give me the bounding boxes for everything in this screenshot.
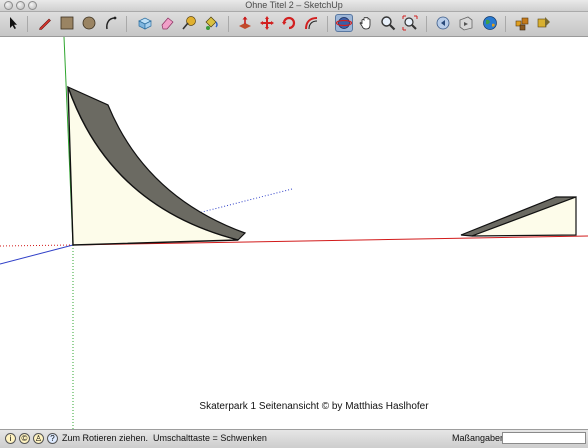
extension-tool-button[interactable] bbox=[535, 14, 553, 32]
arc-tool-button[interactable] bbox=[102, 14, 120, 32]
circle-icon bbox=[82, 16, 96, 30]
paint-bucket-tool-button[interactable] bbox=[202, 14, 220, 32]
orbit-tool-button[interactable] bbox=[335, 14, 353, 32]
eraser-icon bbox=[161, 17, 174, 30]
push-pull-icon bbox=[239, 16, 251, 29]
move-icon bbox=[260, 16, 274, 30]
kicker-side-face bbox=[471, 196, 577, 237]
instructor-help-icon[interactable]: ? bbox=[47, 433, 58, 444]
credits-icon[interactable]: © bbox=[19, 433, 30, 444]
magnifier-icon bbox=[381, 16, 396, 31]
rectangle-icon bbox=[60, 16, 74, 30]
zoom-extents-tool-button[interactable] bbox=[401, 14, 419, 32]
offset-icon bbox=[305, 17, 318, 30]
measurements-input[interactable] bbox=[502, 432, 586, 444]
move-tool-button[interactable] bbox=[258, 14, 276, 32]
rotate-icon bbox=[282, 16, 296, 30]
status-hint: Zum Rotieren ziehen. Umschalttaste = Sch… bbox=[62, 433, 267, 443]
pencil-icon bbox=[39, 18, 51, 30]
title-bar: Ohne Titel 2 – SketchUp bbox=[0, 0, 588, 12]
next-view-tool-button[interactable] bbox=[457, 14, 475, 32]
arc-icon bbox=[106, 16, 117, 30]
make-component-tool-button[interactable] bbox=[136, 14, 154, 32]
offset-tool-button[interactable] bbox=[302, 14, 320, 32]
model-caption: Skaterpark 1 Seitenansicht © by Matthias… bbox=[199, 401, 429, 412]
blue-axis bbox=[0, 244, 74, 265]
next-view-icon bbox=[459, 16, 473, 31]
quarter-pipe-ramp[interactable] bbox=[66, 85, 247, 246]
tape-measure-tool-button[interactable] bbox=[180, 14, 198, 32]
status-bar: i © ♙ ? Zum Rotieren ziehen. Umschalttas… bbox=[0, 429, 588, 448]
main-toolbar bbox=[0, 12, 588, 37]
arrow-cursor-icon bbox=[10, 17, 17, 29]
red-axis-negative bbox=[0, 244, 74, 247]
component-box-icon bbox=[138, 17, 152, 30]
scene-canvas[interactable] bbox=[0, 37, 588, 429]
measurements-label: Maßangaben bbox=[452, 433, 506, 443]
circle-tool-button[interactable] bbox=[80, 14, 98, 32]
toolbar-separator bbox=[505, 16, 506, 32]
zoom-tool-button[interactable] bbox=[379, 14, 397, 32]
push-pull-tool-button[interactable] bbox=[236, 14, 254, 32]
toolbar-separator bbox=[327, 16, 328, 32]
google-earth-tool-button[interactable] bbox=[481, 14, 499, 32]
previous-view-tool-button[interactable] bbox=[434, 14, 452, 32]
toolbar-separator bbox=[126, 16, 127, 32]
toolbar-separator bbox=[426, 16, 427, 32]
toolbar-separator bbox=[228, 16, 229, 32]
pan-tool-button[interactable] bbox=[357, 14, 375, 32]
modeling-viewport[interactable]: Skaterpark 1 Seitenansicht © by Matthias… bbox=[0, 37, 588, 429]
select-tool-button[interactable] bbox=[4, 14, 22, 32]
zoom-extents-icon bbox=[402, 15, 418, 31]
globe-icon bbox=[483, 16, 497, 30]
components-icon bbox=[515, 17, 529, 31]
extension-icon bbox=[537, 17, 550, 28]
tape-measure-icon bbox=[182, 16, 196, 30]
hand-icon bbox=[359, 17, 371, 30]
rotate-tool-button[interactable] bbox=[280, 14, 298, 32]
geolocation-info-icon[interactable]: i bbox=[5, 433, 16, 444]
user-info-icon[interactable]: ♙ bbox=[33, 433, 44, 444]
pencil-tool-button[interactable] bbox=[36, 14, 54, 32]
toolbar-separator bbox=[27, 16, 28, 32]
rectangle-tool-button[interactable] bbox=[58, 14, 76, 32]
window-title: Ohne Titel 2 – SketchUp bbox=[245, 0, 343, 10]
paint-bucket-icon bbox=[205, 16, 218, 30]
kicker-ramp[interactable] bbox=[460, 196, 577, 237]
components-tool-button[interactable] bbox=[513, 14, 531, 32]
orbit-icon bbox=[336, 17, 352, 29]
eraser-tool-button[interactable] bbox=[158, 14, 176, 32]
previous-view-icon bbox=[436, 16, 450, 30]
